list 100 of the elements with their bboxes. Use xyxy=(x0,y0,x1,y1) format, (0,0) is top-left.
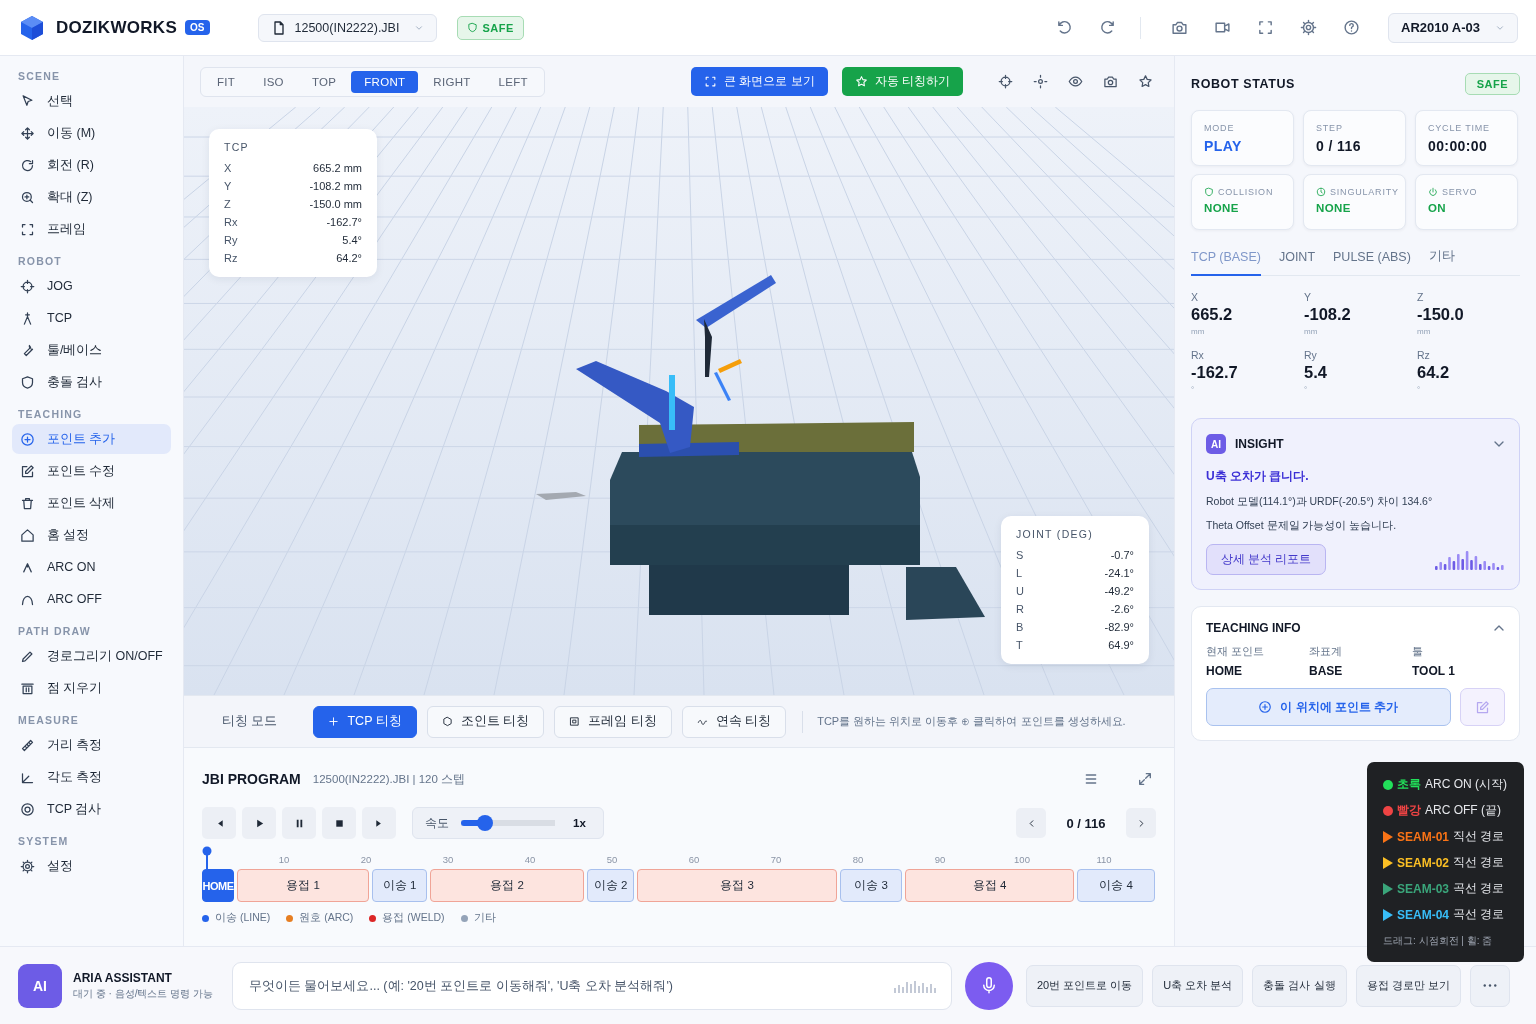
insight-headline: U축 오차가 큽니다. xyxy=(1206,468,1310,485)
sidebar-item[interactable]: 각도 측정 xyxy=(12,762,171,792)
stop-button[interactable] xyxy=(322,807,356,839)
legend-text: ARC ON (시작) xyxy=(1425,776,1507,793)
position-tab[interactable]: JOINT xyxy=(1278,242,1316,276)
quick-action-button[interactable]: U축 오차 분석 xyxy=(1152,964,1244,1007)
rotate-icon xyxy=(20,157,35,173)
file-dropdown[interactable]: 12500(IN2222).JBI xyxy=(257,13,437,42)
sidebar-item[interactable]: 프레임 xyxy=(12,214,171,244)
status-value: NONE xyxy=(1204,202,1240,214)
sidebar-item[interactable]: 거리 측정 xyxy=(12,730,171,760)
sidebar-item[interactable]: 포인트 수정 xyxy=(12,456,171,486)
view-tab[interactable]: FIT xyxy=(204,70,249,93)
axis-value: -162.7 xyxy=(1191,363,1239,382)
view-tab[interactable]: TOP xyxy=(298,70,350,93)
timeline-segment[interactable]: HOME xyxy=(202,869,234,902)
timeline-segment[interactable]: 용접 1 xyxy=(237,869,369,902)
field-label: 툴 xyxy=(1412,645,1424,659)
mode-button[interactable]: TCP 티칭 xyxy=(313,705,417,738)
timeline-segment[interactable]: 이송 2 xyxy=(587,869,634,902)
robot-select[interactable]: AR2010 A-03 xyxy=(1388,12,1518,43)
sidebar-item[interactable]: 회전 (R) xyxy=(12,150,171,180)
timeline-segment[interactable]: 이송 1 xyxy=(372,869,427,902)
axis-label: R xyxy=(1016,603,1024,615)
hexagon-icon xyxy=(441,716,453,727)
chat-input[interactable]: 무엇이든 물어보세요... (예: '20번 포인트로 이동해줘', 'U축 오차 분석해줘') xyxy=(232,961,952,1010)
axis-label: Rz xyxy=(1417,349,1431,361)
tick-label: 70 xyxy=(769,853,783,865)
power-icon xyxy=(1428,187,1438,197)
sidebar-item[interactable]: 충돌 검사 xyxy=(12,367,171,397)
menu-icon xyxy=(1083,771,1099,787)
pause-button[interactable] xyxy=(282,807,316,839)
timeline-segment[interactable]: 용접 4 xyxy=(905,869,1074,902)
sidebar-item[interactable]: TCP xyxy=(12,303,171,333)
view-button[interactable]: 큰 화면으로 보기 xyxy=(691,67,828,96)
mode-button[interactable]: 연속 티칭 xyxy=(681,705,787,738)
view-tab[interactable]: RIGHT xyxy=(420,70,484,93)
sidebar-item[interactable]: ARC ON xyxy=(12,552,171,582)
axis-label: Rx xyxy=(1191,349,1205,361)
axis-label: Y xyxy=(224,180,232,192)
report-button[interactable]: 상세 분석 리포트 xyxy=(1206,544,1327,575)
view-tab[interactable]: FRONT xyxy=(351,70,419,93)
axis-value: 64.2 xyxy=(1417,363,1451,382)
assistant-status: 대기 중 · 음성/텍스트 명령 가능 xyxy=(73,986,214,1001)
microphone-button[interactable] xyxy=(965,961,1013,1010)
card-title: INSIGHT xyxy=(1235,437,1284,451)
tick-label: 10 xyxy=(277,853,291,865)
insight-text: Robot 모델(114.1°)과 URDF(-20.5°) 차이 134.6° xyxy=(1206,495,1434,509)
sidebar-item[interactable]: 설정 xyxy=(12,851,171,881)
shield-icon xyxy=(1204,187,1214,197)
field-label: 현재 포인트 xyxy=(1206,645,1265,659)
sidebar-item[interactable]: JOG xyxy=(12,271,171,301)
sidebar-item[interactable]: 홈 설정 xyxy=(12,520,171,550)
sidebar-item[interactable]: 확대 (Z) xyxy=(12,182,171,212)
ai-badge: AI xyxy=(1206,434,1226,454)
sidebar-item[interactable]: TCP 검사 xyxy=(12,794,171,824)
sidebar-item[interactable]: 경로그리기 ON/OFF xyxy=(12,641,171,671)
sidebar-item[interactable]: 점 지우기 xyxy=(12,673,171,703)
field-value: BASE xyxy=(1309,664,1344,678)
sidebar-item[interactable]: 이동 (M) xyxy=(12,118,171,148)
expand-icon xyxy=(1137,771,1153,787)
legend-hint: 드래그: 시점회전 | 휠: 줌 xyxy=(1383,934,1494,948)
sidebar-item[interactable]: ARC OFF xyxy=(12,584,171,614)
position-tab[interactable]: PULSE (ABS) xyxy=(1333,242,1411,276)
sidebar-item[interactable]: 툴/베이스 xyxy=(12,335,171,365)
mode-button[interactable]: 조인트 티칭 xyxy=(426,705,545,738)
speed-value: 1x xyxy=(573,817,586,829)
slider-thumb[interactable] xyxy=(476,815,493,831)
quick-action-button[interactable]: 용접 경로만 보기 xyxy=(1355,964,1461,1007)
view-tab[interactable]: LEFT xyxy=(485,70,541,93)
quick-action-button[interactable]: 충돌 검사 실행 xyxy=(1252,964,1347,1007)
view-tab[interactable]: ISO xyxy=(250,70,297,93)
mode-label: 티칭 모드 xyxy=(222,713,278,730)
legend-tag: SEAM-03 xyxy=(1397,881,1449,896)
timeline-segment[interactable]: 이송 4 xyxy=(1077,869,1155,902)
axis-label: Ry xyxy=(1304,349,1318,361)
status-value: PLAY xyxy=(1204,138,1243,154)
unit-label: mm xyxy=(1417,327,1432,336)
more-icon xyxy=(1482,984,1497,987)
add-point-button[interactable]: 이 위치에 포인트 추가 xyxy=(1206,688,1451,726)
legend-tag: SEAM-01 xyxy=(1397,829,1449,844)
axis-label: X xyxy=(1191,291,1199,303)
timeline-segment[interactable]: 용접 2 xyxy=(430,869,584,902)
home-icon xyxy=(20,527,35,543)
assistant-avatar: AI xyxy=(18,963,62,1008)
position-tab[interactable]: 기타 xyxy=(1428,242,1455,276)
quick-action-button[interactable]: 20번 포인트로 이동 xyxy=(1026,964,1144,1007)
step-counter: 0 / 116 xyxy=(1065,815,1107,831)
sidebar-item[interactable]: 선택 xyxy=(12,86,171,116)
program-title: JBI PROGRAM xyxy=(202,771,301,787)
crosshair-icon xyxy=(997,74,1013,89)
section-title: ROBOT xyxy=(17,254,63,269)
sidebar-item[interactable]: 포인트 추가 xyxy=(12,424,171,454)
sidebar-item[interactable]: 포인트 삭제 xyxy=(12,488,171,518)
axis-value: -0.7° xyxy=(1110,549,1134,561)
timeline-segment[interactable]: 이송 3 xyxy=(840,869,902,902)
play-button[interactable] xyxy=(242,807,276,839)
mode-button[interactable]: 프레임 티칭 xyxy=(554,705,672,738)
status-label: MODE xyxy=(1204,123,1235,133)
timeline-segment[interactable]: 용접 3 xyxy=(637,869,837,902)
